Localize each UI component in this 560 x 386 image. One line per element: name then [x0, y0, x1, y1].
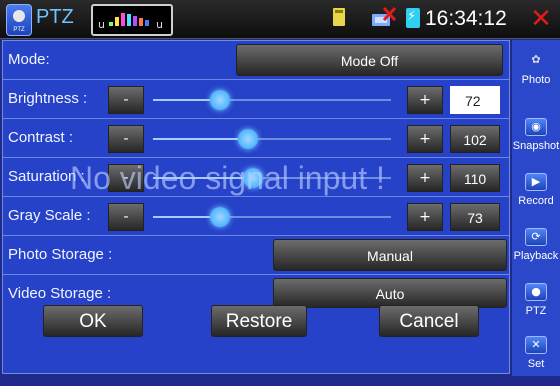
gray-scale-increase-button[interactable]: +	[407, 203, 443, 231]
slider-knob[interactable]	[209, 90, 230, 110]
network-disconnected-icon	[372, 6, 396, 26]
contrast-label: Contrast :	[8, 129, 74, 146]
photo-storage-label: Photo Storage :	[8, 246, 113, 263]
video-storage-label: Video Storage :	[8, 285, 112, 302]
saturation-slider[interactable]	[153, 168, 391, 188]
sidebar-item-label: Playback	[513, 250, 559, 262]
mode-dropdown[interactable]: Mode Off	[236, 44, 503, 76]
sidebar-item-label: Snapshot	[512, 140, 560, 152]
sidebar-item-set[interactable]: ✕ Set	[512, 330, 560, 386]
brightness-value-input[interactable]: 72	[450, 86, 500, 114]
sidebar-item-label: Record	[518, 195, 554, 207]
mode-label: Mode:	[8, 51, 50, 68]
gray-scale-decrease-button[interactable]: -	[108, 203, 144, 231]
brightness-label: Brightness :	[8, 90, 88, 107]
cancel-button[interactable]: Cancel	[379, 305, 479, 337]
brightness-increase-button[interactable]: +	[407, 86, 443, 114]
gray-scale-value[interactable]: 73	[450, 203, 500, 231]
restore-button[interactable]: Restore	[211, 305, 307, 337]
saturation-decrease-button[interactable]: -	[108, 164, 144, 192]
saturation-label: Saturation :	[8, 168, 85, 185]
sidebar-item-playback[interactable]: ⟳ Playback	[512, 222, 560, 278]
brightness-slider[interactable]	[153, 90, 391, 110]
image-settings-panel: Mode: Mode Off Brightness : - + 72 Contr…	[2, 40, 510, 374]
settings-icon: ✕	[525, 336, 547, 354]
contrast-decrease-button[interactable]: -	[108, 125, 144, 153]
battery-charging-icon	[406, 8, 420, 28]
sidebar-item-label: Photo	[521, 74, 551, 86]
playback-icon: ⟳	[525, 228, 547, 246]
saturation-row: Saturation : - + 110	[3, 158, 509, 197]
gray-scale-slider[interactable]	[153, 207, 391, 227]
sd-card-icon	[333, 8, 345, 26]
video-storage-row: Video Storage : Auto	[3, 275, 509, 309]
ptz-camera-icon: PTZ	[6, 4, 32, 36]
sidebar-item-ptz[interactable]: ● PTZ	[512, 277, 560, 333]
slider-knob[interactable]	[209, 207, 230, 227]
sidebar-item-snapshot[interactable]: ◉ Snapshot	[512, 112, 560, 168]
saturation-value[interactable]: 110	[450, 164, 500, 192]
close-icon[interactable]: ✕	[530, 6, 552, 32]
mode-row: Mode: Mode Off	[3, 41, 509, 80]
contrast-slider[interactable]	[153, 129, 391, 149]
sidebar-item-label: Set	[527, 358, 545, 370]
slider-knob[interactable]	[242, 168, 263, 188]
sidebar-item-record[interactable]: ▶ Record	[512, 167, 560, 223]
rs485-signal-icon: u u	[91, 4, 173, 36]
camera-icon: ◉	[525, 118, 547, 136]
sidebar-item-photo[interactable]: ✿ Photo	[512, 46, 560, 102]
app-icon-caption: PTZ	[13, 27, 25, 33]
saturation-increase-button[interactable]: +	[407, 164, 443, 192]
ptz-icon: ●	[525, 283, 547, 301]
brightness-row: Brightness : - + 72	[3, 80, 509, 119]
record-icon: ▶	[525, 173, 547, 191]
gray-scale-row: Gray Scale : - + 73	[3, 197, 509, 236]
ok-button[interactable]: OK	[43, 305, 143, 337]
photo-storage-dropdown[interactable]: Manual	[273, 239, 507, 271]
brightness-decrease-button[interactable]: -	[108, 86, 144, 114]
app-title: PTZ	[36, 6, 74, 28]
contrast-value[interactable]: 102	[450, 125, 500, 153]
slider-knob[interactable]	[238, 129, 259, 149]
right-sidebar: ✿ Photo ◉ Snapshot ▶ Record ⟳ Playback ●…	[512, 40, 560, 376]
photo-storage-row: Photo Storage : Manual	[3, 236, 509, 275]
photo-icon: ✿	[531, 53, 541, 66]
contrast-increase-button[interactable]: +	[407, 125, 443, 153]
clock-time: 16:34:12	[425, 7, 507, 30]
sidebar-item-label: PTZ	[525, 305, 547, 317]
gray-scale-label: Gray Scale :	[8, 207, 91, 224]
contrast-row: Contrast : - + 102	[3, 119, 509, 158]
top-bar: PTZ PTZ u u 16:34:12 ✕	[0, 0, 560, 39]
video-storage-dropdown[interactable]: Auto	[273, 278, 507, 308]
